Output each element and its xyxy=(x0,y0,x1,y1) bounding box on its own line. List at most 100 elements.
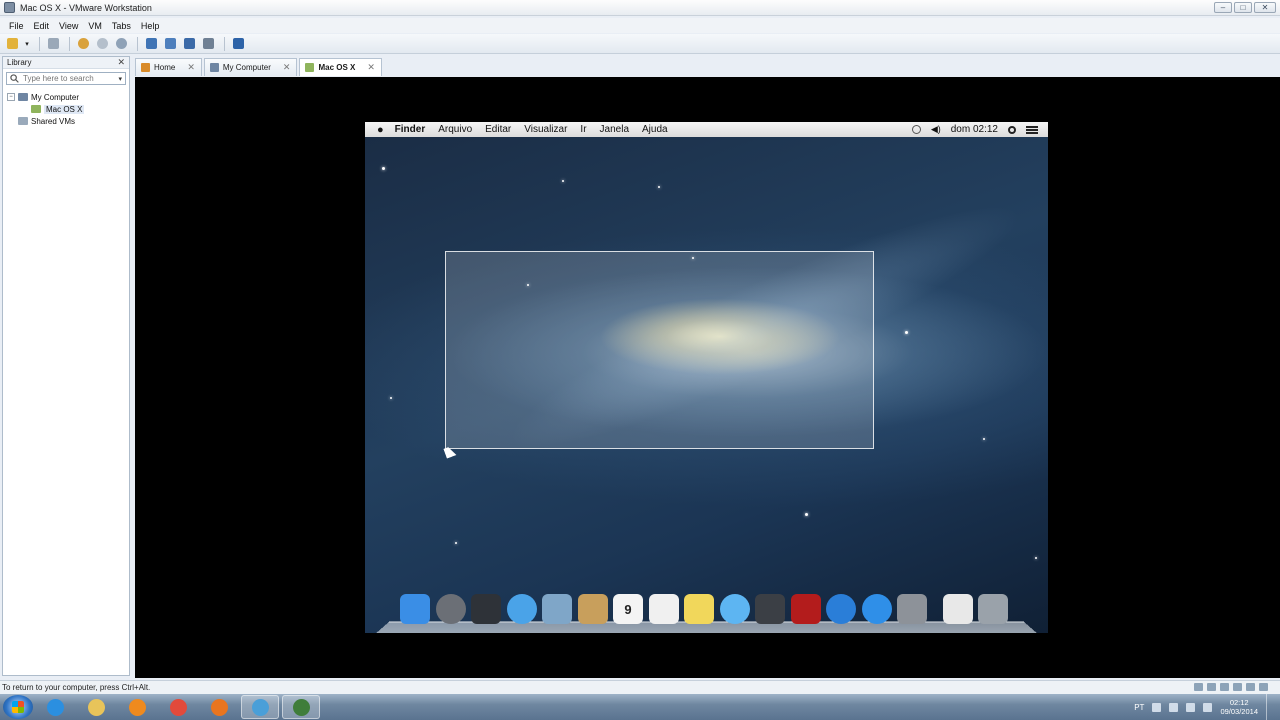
trash-icon[interactable] xyxy=(978,594,1008,624)
tray-arrow-icon[interactable] xyxy=(1152,702,1162,712)
vm-icon xyxy=(31,105,41,113)
close-window-button[interactable]: ✕ xyxy=(1254,2,1276,13)
start-button[interactable] xyxy=(3,695,33,719)
tab-my-computer[interactable]: My Computer ✕ xyxy=(203,58,298,76)
speaker-icon[interactable] xyxy=(1203,702,1213,712)
console-view-button[interactable] xyxy=(230,36,246,52)
volume-icon[interactable]: ◀) xyxy=(931,124,941,135)
show-desktop-button[interactable] xyxy=(1266,694,1276,720)
mac-clock[interactable]: dom 02:12 xyxy=(951,124,998,135)
power-dropdown-button[interactable]: ▾ xyxy=(23,36,31,52)
close-tab-icon[interactable]: ✕ xyxy=(367,62,375,73)
menu-tabs[interactable]: Tabs xyxy=(107,21,136,31)
notes-icon[interactable] xyxy=(684,594,714,624)
itunes-icon[interactable] xyxy=(826,594,856,624)
mac-desktop[interactable]: ● Finder Arquivo Editar Visualizar Ir Ja… xyxy=(365,122,1048,633)
menu-vm[interactable]: VM xyxy=(83,21,107,31)
taskbar-app-button[interactable] xyxy=(36,695,74,719)
library-search-input[interactable] xyxy=(23,74,113,83)
taskbar-app-button[interactable] xyxy=(118,695,156,719)
vm-console[interactable]: ● Finder Arquivo Editar Visualizar Ir Ja… xyxy=(135,77,1280,678)
mac-menu-finder[interactable]: Finder xyxy=(395,124,426,135)
send-ctrl-alt-del-button[interactable] xyxy=(45,36,61,52)
cd-dvd-icon[interactable] xyxy=(1207,683,1216,691)
mac-menu-ajuda[interactable]: Ajuda xyxy=(642,124,668,135)
safari-icon[interactable] xyxy=(506,594,537,624)
unity-button[interactable] xyxy=(200,36,216,52)
thumbnail-icon xyxy=(164,38,176,49)
power-button[interactable] xyxy=(4,36,20,52)
full-screen-button[interactable] xyxy=(181,36,197,52)
tab-strip: Home ✕ My Computer ✕ Mac OS X ✕ xyxy=(135,58,384,76)
taskbar-app-button[interactable] xyxy=(241,695,279,719)
reminders-icon[interactable] xyxy=(648,594,679,624)
close-tab-icon[interactable]: ✕ xyxy=(187,62,195,73)
launchpad-icon[interactable] xyxy=(435,594,466,624)
snapshot-icon xyxy=(77,38,89,49)
menu-view[interactable]: View xyxy=(54,21,83,31)
snapshot-manager-button[interactable] xyxy=(113,36,129,52)
collapse-icon[interactable]: − xyxy=(7,93,15,101)
taskbar-app-button[interactable] xyxy=(77,695,115,719)
tab-mac-os-x[interactable]: Mac OS X ✕ xyxy=(299,58,382,76)
star xyxy=(905,331,908,334)
taskbar-clock[interactable]: 02:12 09/03/2014 xyxy=(1220,698,1258,716)
tree-item-mac-os-x[interactable]: Mac OS X xyxy=(7,103,125,115)
menu-help[interactable]: Help xyxy=(136,21,165,31)
apple-menu-icon[interactable]: ● xyxy=(377,124,384,136)
taskbar-app-button[interactable] xyxy=(282,695,320,719)
finder-icon[interactable] xyxy=(400,594,430,624)
tree-item-my-computer[interactable]: − My Computer xyxy=(7,91,125,103)
taskbar-app-button[interactable] xyxy=(200,695,238,719)
close-library-icon[interactable]: ✕ xyxy=(117,57,125,68)
time-machine-icon[interactable] xyxy=(911,125,921,134)
library-search[interactable]: ▾ xyxy=(6,72,126,85)
mac-menu-editar[interactable]: Editar xyxy=(485,124,511,135)
show-library-button[interactable] xyxy=(143,36,159,52)
window-titlebar: Mac OS X - VMware Workstation – □ ✕ xyxy=(0,0,1280,16)
system-preferences-icon[interactable] xyxy=(897,594,927,624)
internet-explorer-icon xyxy=(46,698,64,716)
dock-icons: 9 xyxy=(400,594,1014,624)
contacts-icon[interactable] xyxy=(577,594,608,624)
menu-file[interactable]: File xyxy=(4,21,29,31)
mail-icon[interactable] xyxy=(542,594,572,624)
mac-menu-arquivo[interactable]: Arquivo xyxy=(438,124,472,135)
app-store-icon[interactable] xyxy=(861,594,892,624)
message-log-icon[interactable] xyxy=(1259,683,1268,691)
messages-icon[interactable] xyxy=(719,594,750,624)
notification-center-icon[interactable] xyxy=(1026,125,1038,134)
action-center-icon[interactable] xyxy=(1169,702,1179,712)
mac-menu-ir[interactable]: Ir xyxy=(580,124,586,135)
sound-card-icon[interactable] xyxy=(1246,683,1255,691)
calendar-date-label: 9 xyxy=(624,601,632,617)
tree-item-shared-vms[interactable]: Shared VMs xyxy=(7,115,125,127)
take-snapshot-button[interactable] xyxy=(75,36,91,52)
show-thumbnails-button[interactable] xyxy=(162,36,178,52)
maximize-button[interactable]: □ xyxy=(1234,2,1252,13)
photo-booth-icon[interactable] xyxy=(790,594,821,624)
tree-item-label: Shared VMs xyxy=(31,116,76,126)
star xyxy=(1035,557,1037,559)
close-tab-icon[interactable]: ✕ xyxy=(283,62,291,73)
vmware-logo-icon xyxy=(4,2,15,13)
shared-vms-icon xyxy=(18,117,28,125)
document-icon[interactable] xyxy=(942,594,973,624)
mission-control-icon[interactable] xyxy=(471,594,501,624)
menu-edit[interactable]: Edit xyxy=(29,21,55,31)
mac-menu-visualizar[interactable]: Visualizar xyxy=(524,124,567,135)
mac-menu-janela[interactable]: Janela xyxy=(600,124,629,135)
spotlight-icon[interactable] xyxy=(1008,125,1016,134)
tab-home[interactable]: Home ✕ xyxy=(135,58,202,76)
usb-icon[interactable] xyxy=(1233,683,1242,691)
network-icon[interactable] xyxy=(1186,702,1196,712)
language-indicator[interactable]: PT xyxy=(1134,703,1144,712)
revert-snapshot-button[interactable] xyxy=(94,36,110,52)
taskbar-app-button[interactable] xyxy=(159,695,197,719)
search-dropdown-icon[interactable]: ▾ xyxy=(118,75,122,83)
minimize-button[interactable]: – xyxy=(1214,2,1232,13)
network-adapter-icon[interactable] xyxy=(1220,683,1229,691)
hard-disk-icon[interactable] xyxy=(1194,683,1203,691)
facetime-icon[interactable] xyxy=(755,594,785,624)
calendar-icon[interactable]: 9 xyxy=(613,594,643,624)
